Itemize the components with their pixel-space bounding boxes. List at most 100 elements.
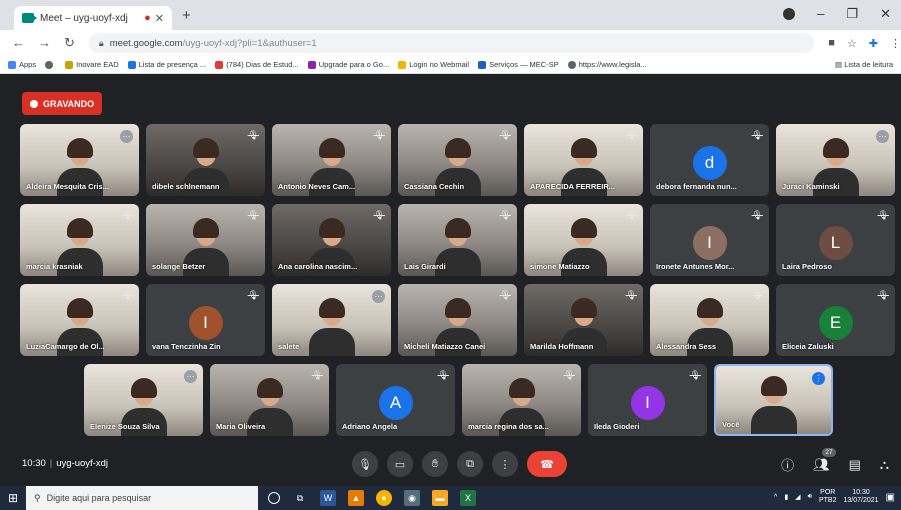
participant-tile[interactable]: d 🎙︎ debora fernanda nun...	[650, 124, 769, 196]
bookmark-item[interactable]	[45, 60, 56, 69]
chrome-icon[interactable]: ●	[376, 490, 392, 506]
tab-close-icon[interactable]: ✕	[155, 12, 164, 25]
forward-icon[interactable]: →	[38, 35, 51, 51]
participant-tile[interactable]: A 🎙︎ Adriano Angela	[336, 364, 455, 436]
participant-name: Laira Pedroso	[782, 262, 833, 271]
excel-icon[interactable]: X	[460, 490, 476, 506]
system-tray: ^ ▮ ◢ 🔊︎ POR PTB2 10:30 13/07/2021 ▣	[774, 489, 895, 505]
participant-tile[interactable]: ⋯ Aldeíra Mesquita Cris...	[20, 124, 139, 196]
globe-icon	[45, 60, 54, 69]
notifications-icon[interactable]: ▣	[886, 492, 895, 503]
reading-list-icon: ▤	[835, 60, 845, 69]
keyboard-layout[interactable]: POR PTB2	[819, 489, 837, 505]
participant-name: marcia regina dos sa...	[468, 422, 549, 431]
participant-tile[interactable]: ⋮ Você	[714, 364, 833, 436]
back-icon[interactable]: ←	[12, 35, 25, 51]
bookmark-item[interactable]: Login no Webmail	[398, 60, 469, 69]
participant-tile[interactable]: 🎙︎ Antonio Neves Cam...	[272, 124, 391, 196]
maximize-icon[interactable]: ❐	[846, 6, 858, 22]
camera-icon[interactable]: ■	[828, 37, 835, 50]
participant-tile[interactable]: I 🎙︎ Ileda Gioderi	[588, 364, 707, 436]
chat-icon[interactable]: ▤	[849, 457, 861, 473]
mic-muted-icon: 🎙︎	[499, 290, 511, 300]
windows-start-icon[interactable]: ⊞	[0, 491, 26, 505]
mic-icon: 🎙︎	[358, 458, 372, 471]
bookmark-item[interactable]: (784) Dias de Estud...	[215, 60, 299, 69]
participant-tile[interactable]: 🎙︎ Lais Girardi	[398, 204, 517, 276]
bookmark-item[interactable]: https://www.legisla...	[567, 60, 647, 69]
participant-tile[interactable]: 🎙︎ Alessandra Sess	[650, 284, 769, 356]
participant-tile[interactable]: 🎙︎ Cassiana Cechin	[398, 124, 517, 196]
participant-tile[interactable]: E 🎙︎ Eliceia Zaluski	[776, 284, 895, 356]
participant-tile[interactable]: 🎙︎ Marilda Hoffmann	[524, 284, 643, 356]
extension-icon[interactable]: ✚	[869, 37, 878, 50]
present-button[interactable]: ⧉	[457, 451, 483, 477]
profile-icon[interactable]	[783, 8, 796, 20]
participant-tile[interactable]: 🎙︎ dibele schlnemann	[146, 124, 265, 196]
more-vert-icon: ⋮	[499, 458, 511, 471]
network-icon[interactable]: ◢	[795, 493, 800, 501]
people-icon: 👥︎	[813, 456, 830, 472]
system-clock[interactable]: 10:30 13/07/2021	[844, 489, 879, 505]
camera-app-icon[interactable]: ◉	[404, 490, 420, 506]
close-window-icon[interactable]: ✕	[880, 6, 891, 22]
participant-avatar: A	[378, 386, 413, 420]
participant-tile[interactable]: 🎙︎ APARECIDA FERREIR...	[524, 124, 643, 196]
participant-tile[interactable]: 🎙︎ Maria Oliveira	[210, 364, 329, 436]
participant-tile[interactable]: 🎙︎ solange Betzer	[146, 204, 265, 276]
file-explorer-icon[interactable]: ▬	[432, 490, 448, 506]
url-field[interactable]: 🔒︎ meet.google.com /uyg-uoyf-xdj?pli=1&a…	[88, 33, 815, 53]
participant-tile[interactable]: ⋯ Juraci Kaminski	[776, 124, 895, 196]
reading-list[interactable]: ▤ Lista de leitura	[835, 60, 893, 69]
more-options-button[interactable]: ⋮	[492, 451, 518, 477]
participant-name: Ironete Antunes Mor...	[656, 262, 735, 271]
meet-favicon-icon	[22, 13, 37, 23]
participant-tile[interactable]: 🎙︎ LuziaCamargo de Ol...	[20, 284, 139, 356]
participant-tile[interactable]: I 🎙︎ vana Tenczinha Zin	[146, 284, 265, 356]
raise-hand-button[interactable]: ✋︎	[422, 451, 448, 477]
bookmark-item[interactable]: Inovare EAD	[65, 60, 119, 69]
camera-toggle-button[interactable]: ▭	[387, 451, 413, 477]
bookmark-item[interactable]: Lista de presença ...	[127, 60, 206, 69]
bookmark-item[interactable]: Upgrade para o Go...	[307, 60, 389, 69]
activities-icon[interactable]: ⛬	[880, 457, 889, 473]
battery-icon[interactable]: ▮	[784, 493, 788, 501]
mic-muted-icon: 🎙︎	[499, 130, 511, 140]
participant-tile[interactable]: 🎙︎ marcia krasniak	[20, 204, 139, 276]
participant-tile[interactable]: L 🎙︎ Laira Pedroso	[776, 204, 895, 276]
participant-name: Maria Oliveira	[216, 422, 266, 431]
bookmark-item[interactable]: Serviços — MEC-SP	[478, 60, 559, 69]
task-view-icon[interactable]: ⧉	[292, 490, 308, 506]
minimize-icon[interactable]: –	[817, 6, 824, 22]
bookmark-star-icon[interactable]: ☆	[847, 37, 857, 50]
mic-muted-icon: 🎙︎	[625, 210, 637, 220]
meeting-details-icon[interactable]: ⓘ	[781, 455, 794, 474]
participant-tile[interactable]: ⋯ salete	[272, 284, 391, 356]
participant-avatar: L	[818, 226, 853, 260]
participant-tile[interactable]: 🎙︎ Ana carolina nascim...	[272, 204, 391, 276]
mic-toggle-button[interactable]: 🎙︎	[352, 451, 378, 477]
menu-icon[interactable]: ⋮	[890, 37, 901, 50]
participant-tile[interactable]: ⋯ Elenize Souza Silva	[84, 364, 203, 436]
browser-tab[interactable]: Meet – uyg-uoyf-xdj ● ✕	[14, 6, 172, 30]
windows-taskbar: ⊞ ⚲ Digite aqui para pesquisar ⧉ W ▲ ● ◉…	[0, 486, 901, 510]
cortana-icon[interactable]	[268, 492, 280, 504]
leave-call-button[interactable]: ☎︎	[527, 451, 567, 477]
reload-icon[interactable]: ↻	[64, 35, 75, 51]
participant-tile[interactable]: 🎙︎ marcia regina dos sa...	[462, 364, 581, 436]
camera-icon: ▭	[394, 458, 406, 471]
volume-icon[interactable]: 🔊︎	[808, 493, 812, 501]
taskbar-search[interactable]: ⚲ Digite aqui para pesquisar	[26, 486, 258, 510]
word-icon[interactable]: W	[320, 490, 336, 506]
participant-tile[interactable]: 🎙︎ Micheli Matiazzo Canei	[398, 284, 517, 356]
participant-tile[interactable]: I 🎙︎ Ironete Antunes Mor...	[650, 204, 769, 276]
youtube-icon	[215, 60, 224, 69]
participant-tile[interactable]: 🎙︎ simone Matiazzo	[524, 204, 643, 276]
paint-icon[interactable]: ▲	[348, 490, 364, 506]
participant-name: LuziaCamargo de Ol...	[26, 342, 105, 351]
participants-button[interactable]: 👥︎ 27	[813, 447, 836, 473]
tray-chevron-icon[interactable]: ^	[774, 494, 777, 501]
mic-muted-icon: 🎙︎	[625, 130, 637, 140]
bookmark-item[interactable]: Apps	[8, 60, 36, 69]
new-tab-icon[interactable]: +	[182, 7, 191, 24]
